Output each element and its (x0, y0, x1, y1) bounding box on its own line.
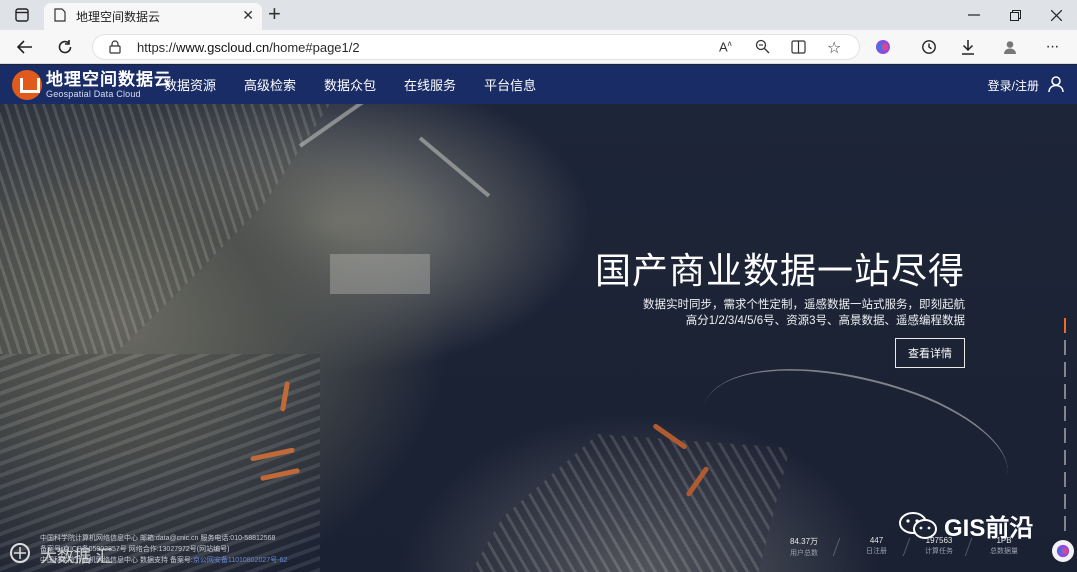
logo-title: 地理空间数据云 (46, 70, 172, 89)
url-path: /home#page1/2 (269, 40, 360, 55)
hero-banner: 国产商业数据一站尽得 数据实时同步，需求个性定制，遥感数据一站式服务，即刻起航 … (0, 104, 1077, 572)
stat-label: 计算任务 (925, 548, 953, 555)
favorite-star-icon[interactable]: ☆ (827, 38, 841, 58)
address-bar[interactable]: https://www.gscloud.cn/home#page1/2 Aʌ ☆ (92, 34, 860, 60)
slide-pager-dot[interactable] (1064, 450, 1066, 465)
hero-subtitle-line: 高分1/2/3/4/5/6号、资源3号、高景数据、遥感编程数据 (685, 315, 965, 327)
wechat-icon (898, 511, 938, 541)
left-watermark: 大数据 汇 (8, 542, 113, 567)
logo-subtitle: Geospatial Data Cloud (46, 89, 141, 99)
watermark-text: GIS前沿 (944, 515, 1034, 542)
satellite-land-north (0, 104, 330, 354)
zoom-icon[interactable] (755, 39, 770, 57)
stat-users: 84.37万 用户总数 (790, 536, 818, 558)
copilot-floating-icon[interactable] (1052, 540, 1074, 562)
footer-beian-link[interactable]: 京公网安备11010802027号-62 (193, 557, 287, 564)
slide-pager-dot[interactable] (1064, 428, 1066, 443)
stat-label: 总数据量 (990, 548, 1018, 555)
stat-label: 日注册 (866, 548, 887, 555)
url-text: https://www.gscloud.cn/home#page1/2 (137, 40, 360, 55)
nav-item-data-resources[interactable]: 数据资源 (164, 75, 216, 94)
tab-close-icon[interactable]: ✕ (242, 7, 254, 24)
stat-daily-registrations: 447 日注册 (866, 536, 887, 556)
main-nav: 数据资源 高级检索 数据众包 在线服务 平台信息 (164, 65, 564, 104)
slide-pager-dot-active[interactable] (1064, 318, 1066, 333)
copilot-icon[interactable] (870, 30, 896, 64)
profile-icon[interactable] (997, 30, 1023, 64)
slide-pager-dot[interactable] (1064, 384, 1066, 399)
nav-item-platform-info[interactable]: 平台信息 (484, 75, 536, 94)
satellite-pier (418, 136, 491, 198)
slide-pager-dot[interactable] (1064, 406, 1066, 421)
close-window-button[interactable] (1044, 0, 1068, 30)
stat-label: 用户总数 (790, 550, 819, 557)
more-menu-icon[interactable]: ··· (1039, 30, 1065, 64)
slide-pager (1064, 318, 1066, 538)
browser-toolbar: https://www.gscloud.cn/home#page1/2 Aʌ ☆… (0, 30, 1077, 64)
slide-pager-dot[interactable] (1064, 340, 1066, 355)
slide-pager-dot[interactable] (1064, 494, 1066, 509)
browser-tab[interactable]: 地理空间数据云 ✕ (44, 3, 262, 30)
nav-item-crowdsourcing[interactable]: 数据众包 (324, 75, 376, 94)
stat-value: 447 (869, 536, 884, 545)
minimize-button[interactable] (962, 0, 986, 30)
history-icon[interactable] (916, 30, 942, 64)
reader-view-icon[interactable] (791, 40, 806, 57)
login-register-link[interactable]: 登录/注册 (988, 77, 1039, 94)
restore-button[interactable] (1003, 0, 1027, 30)
read-aloud-icon[interactable]: Aʌ (719, 39, 732, 54)
user-icon[interactable] (1047, 75, 1065, 93)
view-details-button[interactable]: 查看详情 (895, 338, 965, 368)
slide-pager-dot[interactable] (1064, 472, 1066, 487)
download-icon[interactable] (955, 30, 981, 64)
nav-item-online-services[interactable]: 在线服务 (404, 75, 456, 94)
url-prefix: https:// (137, 40, 177, 55)
lock-icon[interactable] (109, 40, 121, 57)
slide-pager-dot[interactable] (1064, 362, 1066, 377)
site-logo[interactable]: 地理空间数据云 Geospatial Data Cloud (12, 70, 172, 100)
browser-tab-bar: 地理空间数据云 ✕ + (0, 0, 1077, 30)
new-tab-button[interactable]: + (268, 2, 281, 26)
logo-mark-icon (12, 70, 42, 100)
back-icon[interactable] (12, 30, 38, 64)
watermark-text: 大数据 汇 (40, 547, 113, 566)
tab-title: 地理空间数据云 (76, 10, 161, 24)
site-header: 地理空间数据云 Geospatial Data Cloud 数据资源 高级检索 … (0, 65, 1077, 104)
slide-pager-dot[interactable] (1064, 516, 1066, 531)
tab-actions-icon[interactable] (10, 0, 34, 30)
watermark-logo-icon (8, 542, 34, 567)
hero-subtitle-line: 数据实时同步，需求个性定制，遥感数据一站式服务，即刻起航 (643, 299, 965, 311)
hero-title: 国产商业数据一站尽得 (594, 250, 965, 291)
page-icon (54, 8, 66, 25)
satellite-dock (330, 254, 430, 294)
reload-icon[interactable] (52, 30, 78, 64)
url-host: www.gscloud.cn (176, 40, 270, 55)
wechat-watermark: GIS前沿 (898, 508, 1033, 543)
nav-item-advanced-search[interactable]: 高级检索 (244, 75, 296, 94)
hero-subtitle: 数据实时同步，需求个性定制，遥感数据一站式服务，即刻起航 高分1/2/3/4/5… (643, 297, 965, 329)
stat-value: 84.37万 (790, 537, 819, 546)
